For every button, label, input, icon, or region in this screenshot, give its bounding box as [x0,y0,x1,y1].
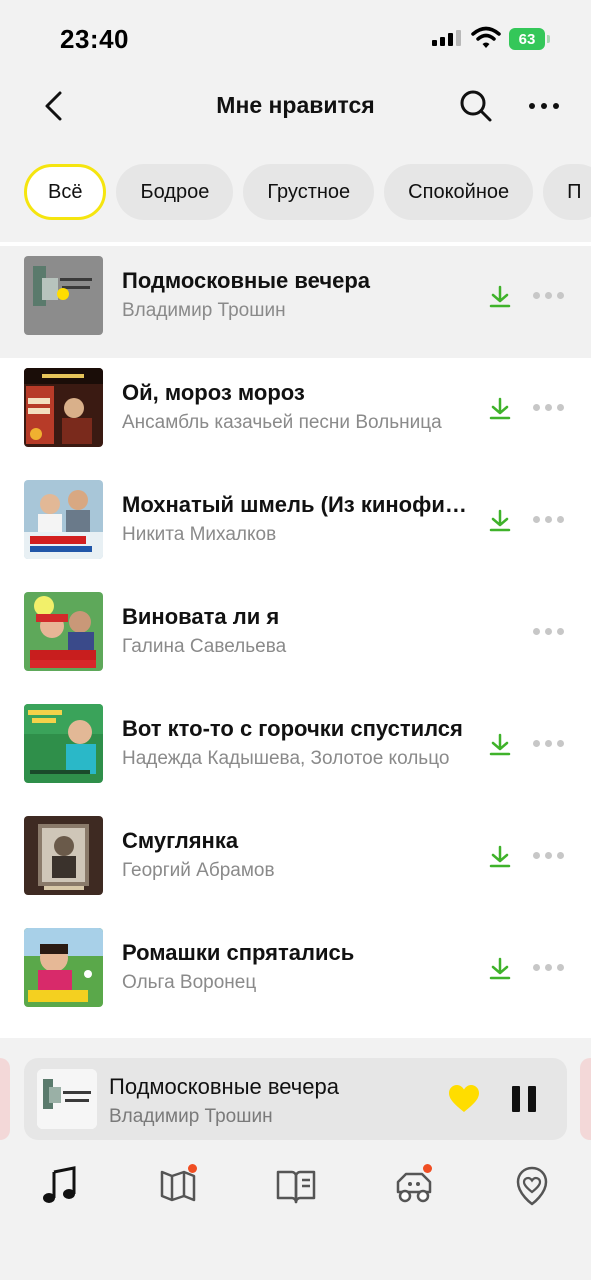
track-more-icon[interactable] [533,850,565,860]
music-note-icon[interactable] [38,1164,82,1208]
player-artist: Владимир Трошин [109,1106,273,1127]
track-title: Смуглянка [122,828,239,853]
mood-filter-bar: Всё Бодрое Грустное Спокойное П [24,164,591,220]
track-cover [24,256,103,335]
player-cover [37,1069,97,1129]
track-cover [24,704,103,783]
track-cover [24,480,103,559]
track-more-icon[interactable] [533,962,565,972]
track-row[interactable]: Ромашки спрятались Ольга Воронец [0,918,591,1030]
filter-chip-sad[interactable]: Грустное [243,164,375,220]
status-bar: 23:40 63 [0,0,591,80]
track-title: Виновата ли я [122,604,280,629]
track-artist: Владимир Трошин [122,300,286,321]
track-artist: Галина Савельева [122,636,287,657]
track-more-icon[interactable] [533,626,565,636]
cellular-signal-icon [432,30,461,46]
track-cover [24,816,103,895]
filter-chip-more[interactable]: П [543,164,591,220]
track-title: Ромашки спрятались [122,940,355,965]
track-row[interactable]: Смуглянка Георгий Абрамов [0,806,591,918]
track-artist: Ольга Воронец [122,972,257,993]
downloaded-icon [489,285,511,308]
prev-player-card[interactable] [0,1058,10,1140]
track-more-icon[interactable] [533,738,565,748]
book-icon[interactable] [274,1164,318,1208]
heart-shield-icon[interactable] [510,1164,554,1208]
track-cover [24,368,103,447]
tab-kids[interactable] [392,1164,436,1208]
more-options-icon[interactable] [529,92,569,120]
next-player-card[interactable] [580,1058,591,1140]
track-artist: Ансамбль казачьей песни Вольница [122,412,442,433]
bottom-area: Подмосковные вечера Владимир Трошин [0,1038,591,1280]
search-icon[interactable] [458,88,494,124]
track-title: Ой, мороз мороз [122,380,305,405]
track-artist: Надежда Кадышева, Золотое кольцо [122,748,450,769]
tab-map[interactable] [156,1164,200,1208]
downloaded-icon [489,733,511,756]
track-artist: Никита Михалков [122,524,277,545]
battery-level: 63 [509,28,545,50]
track-cover [24,928,103,1007]
player-title: Подмосковные вечера [109,1074,339,1099]
track-row[interactable]: Подмосковные вечера Владимир Трошин [0,246,591,358]
wifi-icon [471,26,501,48]
track-title: Подмосковные вечера [122,268,371,293]
track-row[interactable]: Вот кто-то с горочки спустился Надежда К… [0,694,591,806]
track-title: Вот кто-то с горочки спустился [122,716,463,741]
pause-icon[interactable] [512,1086,536,1112]
downloaded-icon [489,397,511,420]
track-more-icon[interactable] [533,402,565,412]
track-list: Подмосковные вечера Владимир Трошин Ой, … [0,246,591,1030]
mini-player[interactable]: Подмосковные вечера Владимир Трошин [24,1058,567,1140]
screen: 23:40 63 Мне нравится Всё Бодрое Грустно… [0,0,591,1280]
track-row[interactable]: Ой, мороз мороз Ансамбль казачьей песни … [0,358,591,470]
track-cover [24,592,103,671]
track-row[interactable]: Виновата ли я Галина Савельева [0,582,591,694]
header: Мне нравится Всё Бодрое Грустное Спокойн… [0,80,591,242]
battery-icon: 63 [509,28,551,50]
notification-badge [188,1164,197,1173]
downloaded-icon [489,509,511,532]
clock: 23:40 [60,24,129,54]
track-more-icon[interactable] [533,290,565,300]
filter-chip-upbeat[interactable]: Бодрое [116,164,234,220]
battery-tip [547,35,550,43]
track-artist: Георгий Абрамов [122,860,275,881]
track-row[interactable]: Мохнатый шмель (Из кинофильма «Жестокий … [0,470,591,582]
page-title: Мне нравится [216,92,375,118]
downloaded-icon [489,957,511,980]
heart-icon[interactable] [448,1084,480,1114]
track-title: Мохнатый шмель (Из кинофильма «Жестокий … [122,492,467,517]
downloaded-icon [489,845,511,868]
track-more-icon[interactable] [533,514,565,524]
filter-chip-calm[interactable]: Спокойное [384,164,534,220]
notification-badge [423,1164,432,1173]
filter-chip-all[interactable]: Всё [24,164,107,220]
